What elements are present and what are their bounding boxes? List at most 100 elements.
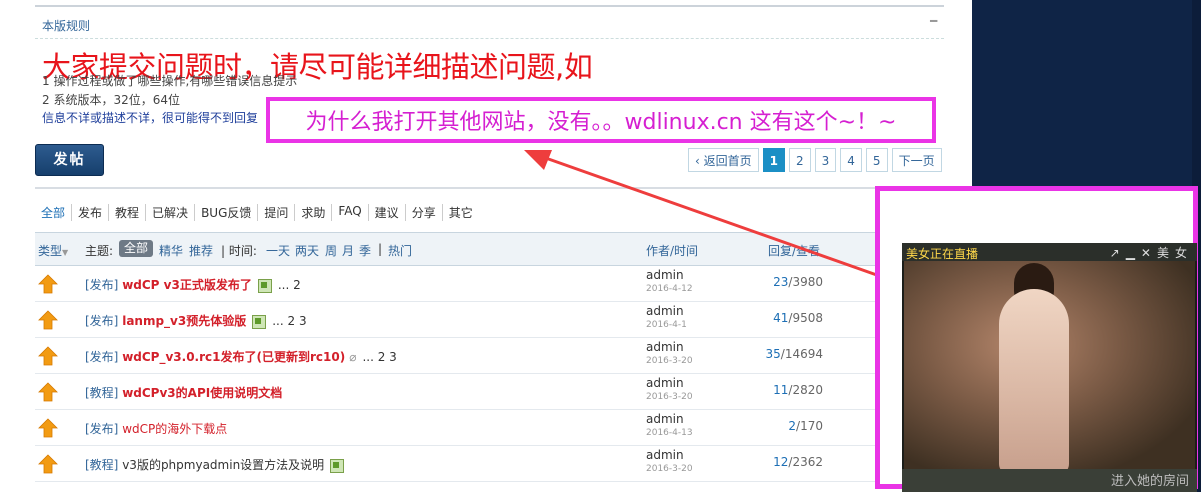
tab-all[interactable]: 全部 [41,204,73,221]
top-divider [35,5,944,7]
tab-faq[interactable]: FAQ [332,204,369,221]
type-filter[interactable]: 类型▼ [38,242,68,259]
thread-author[interactable]: admin [646,304,684,318]
thread-table-header: 类型▼ 主题: 全部 精华 推荐 | 时间: 一天 两天 周 月 季 | 热门 … [35,232,944,266]
arrow-up-icon [38,454,58,474]
thread-title-link[interactable]: v3版的phpmyadmin设置方法及说明 [122,458,324,472]
video-side-label: 美女 [1156,246,1193,260]
close-icon[interactable]: ✕ [1141,246,1157,260]
table-row[interactable]: [教程] v3版的phpmyadmin设置方法及说明 admin 2016-3-20… [35,445,944,482]
thread-counts: 11/2820 [773,383,823,397]
pager-back-label: 返回首页 [703,154,752,168]
thread-author[interactable]: admin [646,448,684,462]
thread-author[interactable]: admin [646,340,684,354]
thread-category[interactable]: [发布] [85,422,118,436]
thread-pages[interactable]: ... 2 [278,278,301,292]
thread-title[interactable]: [发布] wdCP的海外下载点 [85,420,227,437]
thread-date: 2016-4-1 [646,320,687,330]
view-count: 2362 [792,455,823,469]
post-button[interactable]: 发帖 [35,144,104,176]
thread-category[interactable]: [发布] [85,350,118,364]
table-row[interactable]: [发布] wdCP v3正式版发布了 ... 2 admin 2016-4-12 23/… [35,265,944,302]
rules-divider [35,38,944,40]
section-divider [35,187,944,189]
thread-title[interactable]: [发布] lanmp_v3预先体验版 ... 2 3 [85,312,307,329]
thread-author[interactable]: admin [646,376,684,390]
thread-title-link[interactable]: wdCP v3正式版发布了 [122,278,252,292]
pager-page-1[interactable]: 1 [762,148,785,172]
thread-counts: 41/9508 [773,311,823,325]
arrow-up-icon [38,346,58,366]
view-count: 9508 [792,311,823,325]
pager-next-button[interactable]: 下一页 [891,148,942,172]
reply-count: 23 [773,275,789,289]
tab-question[interactable]: 提问 [258,204,296,221]
thread-title[interactable]: [发布] wdCP_v3.0.rc1发布了(已更新到rc10) ⌀ ... 2 3 [85,348,397,365]
thread-author[interactable]: admin [646,412,684,426]
tab-share[interactable]: 分享 [406,204,443,221]
pager-back-button[interactable]: ‹ 返回首页 [688,148,759,172]
author-header[interactable]: 作者/时间 [646,242,698,259]
thread-title-link[interactable]: wdCP的海外下载点 [122,422,227,436]
pagination: ‹ 返回首页 1 2 3 4 5 下一页 [688,148,942,172]
tab-tutorial[interactable]: 教程 [109,204,147,221]
image-icon [252,314,267,329]
thread-title-link[interactable]: wdCP_v3.0.rc1发布了(已更新到rc10) [122,350,345,364]
arrow-up-icon [38,274,58,294]
table-row[interactable]: [发布] lanmp_v3预先体验版 ... 2 3 admin 2016-4-1 41… [35,301,944,338]
tab-help[interactable]: 求助 [295,204,333,221]
thread-title-link[interactable]: wdCPv3的API使用说明文档 [122,386,282,400]
thread-pages[interactable]: ... 2 3 [272,314,306,328]
pager-page-5[interactable]: 5 [865,148,888,172]
category-tabs: 全部 发布 教程 已解决 BUG反馈 提问 求助 FAQ 建议 分享 其它 [41,204,479,221]
filter-one-day[interactable]: 一天 [266,242,290,259]
thread-category[interactable]: [教程] [85,386,118,400]
filter-week[interactable]: 周 [325,242,337,259]
arrow-up-icon [38,382,58,402]
filter-two-days[interactable]: 两天 [295,242,319,259]
image-icon [257,278,272,293]
filter-all[interactable]: 全部 [119,240,154,257]
reply-count: 11 [773,383,789,397]
thread-author[interactable]: admin [646,268,684,282]
tab-solved[interactable]: 已解决 [146,204,196,221]
thread-title-link[interactable]: lanmp_v3预先体验版 [122,314,246,328]
video-window-controls: ↗▁✕美女 [1110,244,1193,261]
thread-counts: 23/3980 [773,275,823,289]
video-stream[interactable] [904,261,1195,469]
thread-category[interactable]: [教程] [85,458,118,472]
pager-page-3[interactable]: 3 [814,148,837,172]
enter-room-link[interactable]: 进入她的房间 [1111,470,1189,489]
pager-page-4[interactable]: 4 [840,148,862,172]
table-row[interactable]: [发布] wdCP_v3.0.rc1发布了(已更新到rc10) ⌀ ... 2 3 a… [35,337,944,374]
thread-date: 2016-3-20 [646,464,693,474]
thread-title[interactable]: [教程] v3版的phpmyadmin设置方法及说明 [85,456,345,473]
reply-count: 35 [765,347,781,361]
tab-bug[interactable]: BUG反馈 [195,204,259,221]
rule-link[interactable]: 信息不详或描述不详，很可能得不到回复 [42,109,262,126]
thread-title[interactable]: [发布] wdCP v3正式版发布了 ... 2 [85,276,301,293]
filter-quarter[interactable]: 季 [359,242,371,259]
subject-label: 主题: [85,244,114,258]
pin-icon[interactable]: ↗ [1110,246,1126,260]
thread-date: 2016-4-12 [646,284,693,294]
thread-category[interactable]: [发布] [85,314,118,328]
table-row[interactable]: [教程] wdCPv3的API使用说明文档 admin 2016-3-20 11/28… [35,373,944,410]
thread-pages[interactable]: ... 2 3 [362,350,396,364]
minus-icon[interactable]: ━ [930,14,937,28]
counts-header[interactable]: 回复/查看 [768,242,820,259]
filter-month[interactable]: 月 [342,242,354,259]
thread-category[interactable]: [发布] [85,278,118,292]
table-row[interactable]: [发布] wdCP的海外下载点 admin 2016-4-13 2/170 [35,409,944,446]
tab-release[interactable]: 发布 [72,204,110,221]
filter-hot[interactable]: 热门 [388,242,412,259]
filter-recommend[interactable]: 推荐 [189,242,213,259]
arrow-up-icon [38,418,58,438]
tab-suggest[interactable]: 建议 [369,204,406,221]
live-video-popup[interactable]: 美女正在直播 ↗▁✕美女 进入她的房间 [902,243,1197,492]
tab-other[interactable]: 其它 [443,204,479,221]
thread-title[interactable]: [教程] wdCPv3的API使用说明文档 [85,384,282,401]
pager-page-2[interactable]: 2 [789,148,811,172]
filter-digest[interactable]: 精华 [159,242,183,259]
minimize-icon[interactable]: ▁ [1126,246,1141,260]
